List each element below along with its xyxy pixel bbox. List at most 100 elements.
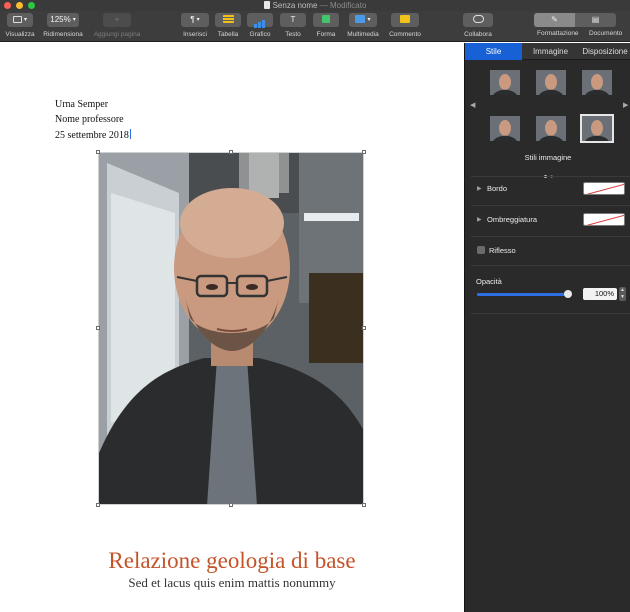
zoom-value: 125% bbox=[50, 15, 71, 24]
view-button[interactable]: ▾ Visualizza bbox=[4, 13, 36, 42]
paintbrush-icon: ✎ bbox=[551, 15, 558, 24]
image-style-thumbnail[interactable] bbox=[490, 70, 520, 95]
image-style-thumbnail[interactable] bbox=[582, 70, 612, 95]
view-label: Visualizza bbox=[5, 31, 35, 38]
chevron-down-icon: ▾ bbox=[367, 17, 371, 23]
table-icon bbox=[222, 15, 234, 23]
window-title: Senza nome — Modificato bbox=[0, 0, 630, 11]
disclosure-triangle-icon[interactable]: ▶ bbox=[477, 216, 482, 223]
border-label: Bordo bbox=[487, 184, 508, 193]
collaborate-button[interactable]: Collabora bbox=[462, 13, 494, 42]
border-color-well[interactable] bbox=[583, 182, 625, 195]
table-button[interactable]: Tabella bbox=[214, 13, 242, 42]
reflection-checkbox[interactable] bbox=[477, 246, 485, 254]
resize-handle[interactable] bbox=[362, 150, 366, 154]
format-button[interactable]: ✎ bbox=[534, 13, 575, 27]
format-label: Formattazione bbox=[537, 30, 579, 37]
sidebar-icon bbox=[12, 16, 22, 23]
shape-icon bbox=[322, 15, 330, 23]
table-label: Tabella bbox=[217, 31, 239, 38]
opacity-slider-knob[interactable] bbox=[564, 290, 572, 298]
resize-handle[interactable] bbox=[96, 503, 100, 507]
resize-handle[interactable] bbox=[362, 326, 366, 330]
resize-handle[interactable] bbox=[96, 150, 100, 154]
professor-line[interactable]: Nome professore bbox=[55, 114, 124, 125]
divider bbox=[471, 205, 630, 206]
divider bbox=[471, 236, 630, 237]
media-icon bbox=[355, 15, 366, 23]
window-title-text: Senza nome bbox=[272, 1, 318, 10]
chart-icon bbox=[254, 14, 266, 28]
document-label: Documento bbox=[589, 30, 623, 37]
toolbar: ▾ Visualizza 125% ▾ Ridimensiona + Aggiun… bbox=[0, 11, 630, 42]
tab-image[interactable]: Immagine bbox=[522, 43, 579, 60]
opacity-label: Opacità bbox=[476, 277, 502, 286]
chevron-right-icon[interactable]: ▶ bbox=[623, 101, 628, 109]
resize-handle[interactable] bbox=[362, 503, 366, 507]
shadow-label: Ombreggiatura bbox=[487, 215, 538, 224]
format-inspector: Stile Immagine Disposizione ◀ ▶ Stili im… bbox=[464, 43, 630, 612]
image-style-thumbnail[interactable] bbox=[536, 70, 566, 95]
title-bar: Senza nome — Modificato bbox=[0, 0, 630, 11]
document-title[interactable]: Relazione geologia di base bbox=[0, 548, 464, 574]
document-icon: ▤ bbox=[591, 15, 600, 24]
document-subtitle[interactable]: Sed et lacus quis enim mattis nonummy bbox=[0, 575, 464, 591]
add-page-label: Aggiungi pagina bbox=[93, 31, 141, 38]
portrait-image bbox=[99, 153, 363, 504]
paragraph-icon: ¶ bbox=[190, 15, 195, 24]
window-title-status: — Modificato bbox=[319, 1, 367, 10]
date-line[interactable]: 25 settembre 2018 bbox=[55, 129, 131, 141]
document-button[interactable]: ▤ bbox=[575, 13, 616, 27]
text-cursor bbox=[129, 129, 131, 139]
date-text: 25 settembre 2018 bbox=[55, 130, 129, 141]
collaborate-icon bbox=[472, 15, 484, 23]
selected-photo[interactable] bbox=[98, 152, 364, 505]
image-style-thumbnail[interactable] bbox=[490, 116, 520, 141]
shadow-color-well[interactable] bbox=[583, 213, 625, 226]
media-label: Multimedia bbox=[347, 31, 379, 38]
text-label: Testo bbox=[285, 31, 301, 38]
insert-button[interactable]: ¶ ▾ Inserisci bbox=[180, 13, 210, 42]
author-line[interactable]: Urna Semper bbox=[55, 99, 108, 110]
zoom-label: Ridimensiona bbox=[43, 31, 83, 38]
opacity-field[interactable]: 100% bbox=[583, 288, 617, 300]
inspector-tabs: Stile Immagine Disposizione bbox=[465, 43, 630, 60]
disclosure-triangle-icon[interactable]: ▶ bbox=[477, 185, 482, 192]
shape-button[interactable]: Forma bbox=[312, 13, 340, 42]
image-style-thumbnail-selected[interactable] bbox=[580, 114, 614, 143]
text-icon: T bbox=[290, 15, 296, 24]
opacity-slider[interactable] bbox=[477, 290, 572, 298]
add-page-button[interactable]: + Aggiungi pagina bbox=[90, 13, 144, 42]
media-button[interactable]: ▾ Multimedia bbox=[345, 13, 381, 42]
chart-label: Grafico bbox=[249, 31, 271, 38]
chevron-down-icon: ▾ bbox=[72, 17, 76, 23]
opacity-slider-fill bbox=[477, 293, 572, 296]
image-style-thumbnail[interactable] bbox=[536, 116, 566, 141]
zoom-menu[interactable]: 125% ▾ Ridimensiona bbox=[41, 13, 85, 42]
shape-label: Forma bbox=[316, 31, 336, 38]
reflection-label: Riflesso bbox=[489, 246, 516, 255]
collaborate-label: Collabora bbox=[464, 31, 492, 38]
page-dots[interactable] bbox=[544, 165, 556, 183]
inspector-toggle: ✎ ▤ bbox=[534, 13, 616, 27]
comment-icon bbox=[400, 15, 410, 23]
document-icon bbox=[263, 1, 270, 9]
comment-button[interactable]: Commento bbox=[387, 13, 423, 42]
opacity-stepper[interactable]: ▲ ▼ bbox=[619, 287, 626, 301]
chevron-left-icon[interactable]: ◀ bbox=[470, 101, 475, 109]
image-styles-label: Stili immagine bbox=[524, 153, 572, 162]
tab-style[interactable]: Stile bbox=[465, 43, 522, 60]
resize-handle[interactable] bbox=[229, 503, 233, 507]
chevron-down-icon: ▾ bbox=[23, 17, 27, 23]
chart-button[interactable]: Grafico bbox=[246, 13, 274, 42]
comment-label: Commento bbox=[389, 31, 421, 38]
resize-handle[interactable] bbox=[229, 150, 233, 154]
tab-arrange[interactable]: Disposizione bbox=[579, 43, 630, 60]
divider bbox=[471, 176, 630, 177]
resize-handle[interactable] bbox=[96, 326, 100, 330]
divider bbox=[471, 265, 630, 266]
insert-label: Inserisci bbox=[183, 31, 207, 38]
chevron-down-icon: ▾ bbox=[196, 17, 200, 23]
divider bbox=[471, 313, 630, 314]
text-button[interactable]: T Testo bbox=[280, 13, 306, 42]
